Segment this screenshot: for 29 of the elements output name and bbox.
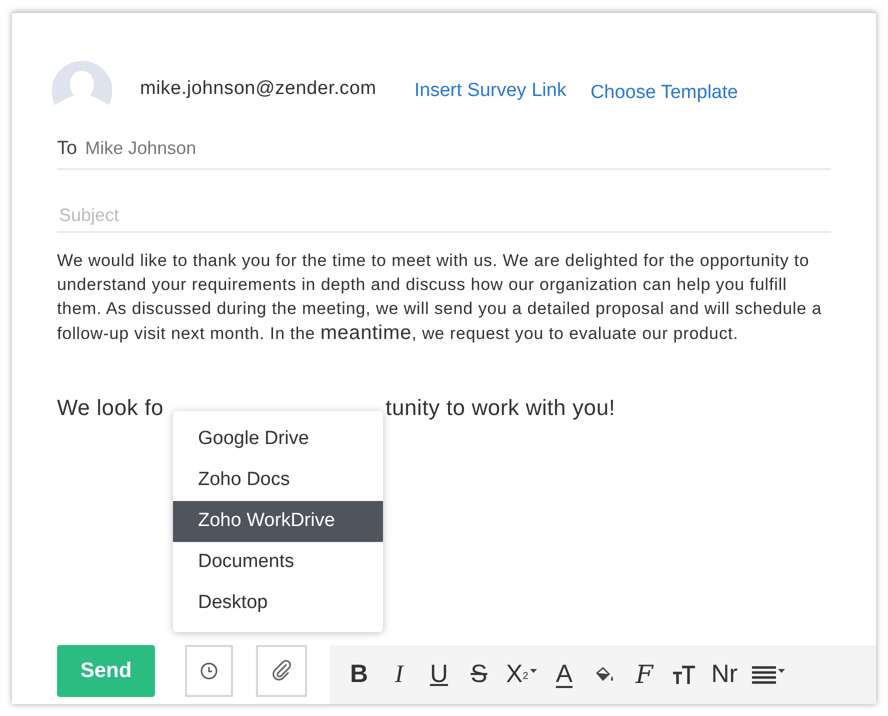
align-icon <box>752 666 776 684</box>
menu-item[interactable]: Desktop <box>173 583 383 624</box>
link[interactable]: Choose Template <box>590 79 738 108</box>
body-text: tunity to work with you! <box>386 394 616 422</box>
subject-field[interactable]: Subject <box>57 202 831 232</box>
text-size-icon <box>672 664 696 684</box>
attach-button[interactable] <box>256 645 307 697</box>
body-paragraph: We would like to thank you for the time to meet with us. We are delighted for the opportunity to understand your requirements in depth and discuss how our organization can help you fulfill them. As discussed during the meeting, we will send you a detailed proposal and will schedule a follow-up visit next month. In the meantime, we request you to evaluate our product. <box>57 250 823 346</box>
bold-button[interactable]: B <box>346 656 372 692</box>
recipient-field[interactable]: Mike Johnson <box>85 135 196 162</box>
caret-icon <box>530 668 538 672</box>
underline-button[interactable]: U <box>426 656 452 692</box>
link[interactable]: Insert Survey Link <box>414 77 566 108</box>
to-label: To <box>57 137 78 161</box>
menu-item[interactable]: Zoho Docs <box>173 460 383 501</box>
menu-item[interactable]: Zoho WorkDrive <box>173 501 383 542</box>
schedule-button[interactable] <box>185 645 233 697</box>
strike-button[interactable]: S <box>466 656 492 692</box>
body-text: We look fo <box>57 394 164 422</box>
paperclip-icon <box>270 660 292 682</box>
caret-icon <box>778 668 785 672</box>
font-button[interactable]: F <box>631 656 658 692</box>
menu-item[interactable]: Documents <box>173 542 383 583</box>
normal-button[interactable]: Nr <box>711 656 738 692</box>
color-button[interactable]: A <box>551 656 578 692</box>
menu-item[interactable]: Google Drive <box>173 419 383 460</box>
clock-icon <box>200 662 218 680</box>
sender-email: mike.johnson@zender.com <box>140 77 376 101</box>
italic-button[interactable]: I <box>386 656 412 692</box>
